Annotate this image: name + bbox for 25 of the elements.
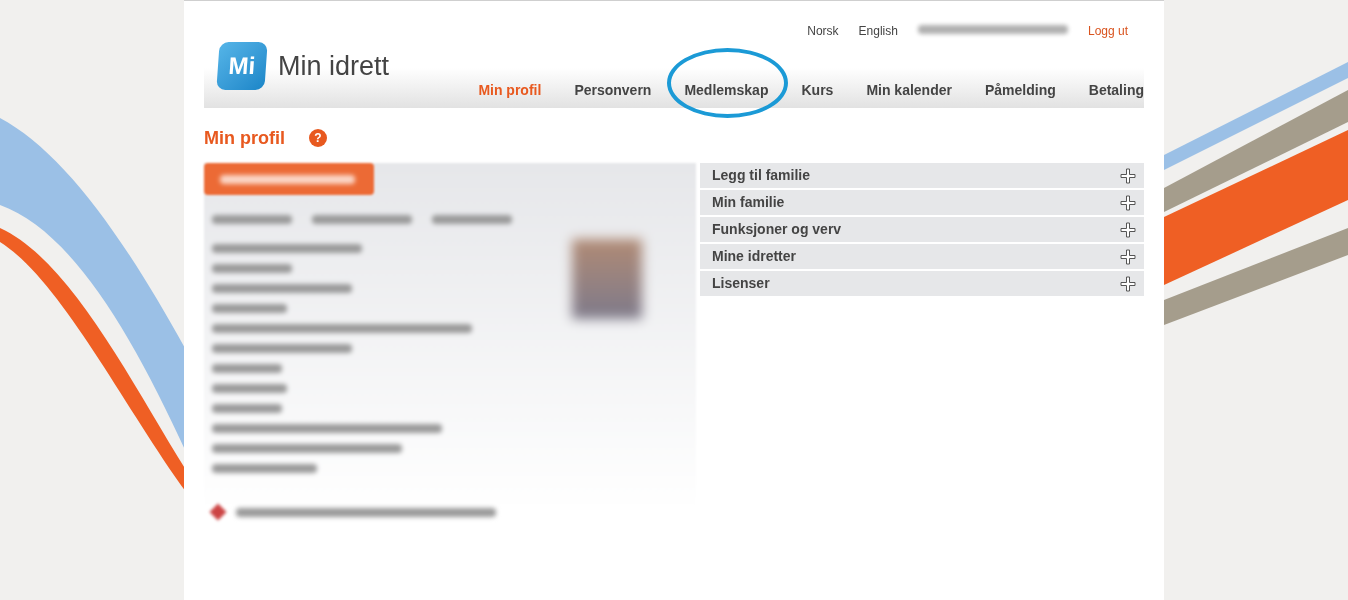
plus-icon: [1120, 248, 1136, 265]
plus-icon: [1120, 275, 1136, 292]
accordion-header[interactable]: Min familie: [700, 190, 1144, 215]
nav-tab[interactable]: Betaling: [1088, 81, 1144, 98]
nav-tab[interactable]: Kurs: [801, 81, 834, 98]
accordion-header[interactable]: Legg til familie: [700, 163, 1144, 188]
blurred-text: [212, 404, 282, 413]
nav-tab[interactable]: Medlemskap: [684, 81, 769, 98]
language-link[interactable]: Norsk: [807, 22, 839, 41]
language-link[interactable]: Logg ut: [1087, 22, 1128, 41]
page-title: Min profil: [204, 126, 285, 150]
language-link[interactable]: English: [858, 22, 898, 41]
logo-mark: Mi: [216, 42, 268, 90]
accordion-header[interactable]: Funksjoner og verv: [700, 217, 1144, 242]
plus-icon: [1120, 167, 1136, 184]
blurred-text: [212, 364, 282, 373]
accordion-header[interactable]: Mine idretter: [700, 244, 1144, 269]
nav-tab[interactable]: Personvern: [574, 81, 652, 98]
nav-tab[interactable]: Min kalender: [866, 81, 952, 98]
plus-icon: [1120, 194, 1136, 211]
plus-icon: [1120, 221, 1136, 238]
help-icon[interactable]: ?: [309, 129, 327, 147]
nav-tab[interactable]: Påmelding: [984, 81, 1056, 98]
logo-text: Min idrett: [278, 49, 390, 83]
accordion-header[interactable]: Lisenser: [700, 271, 1144, 296]
